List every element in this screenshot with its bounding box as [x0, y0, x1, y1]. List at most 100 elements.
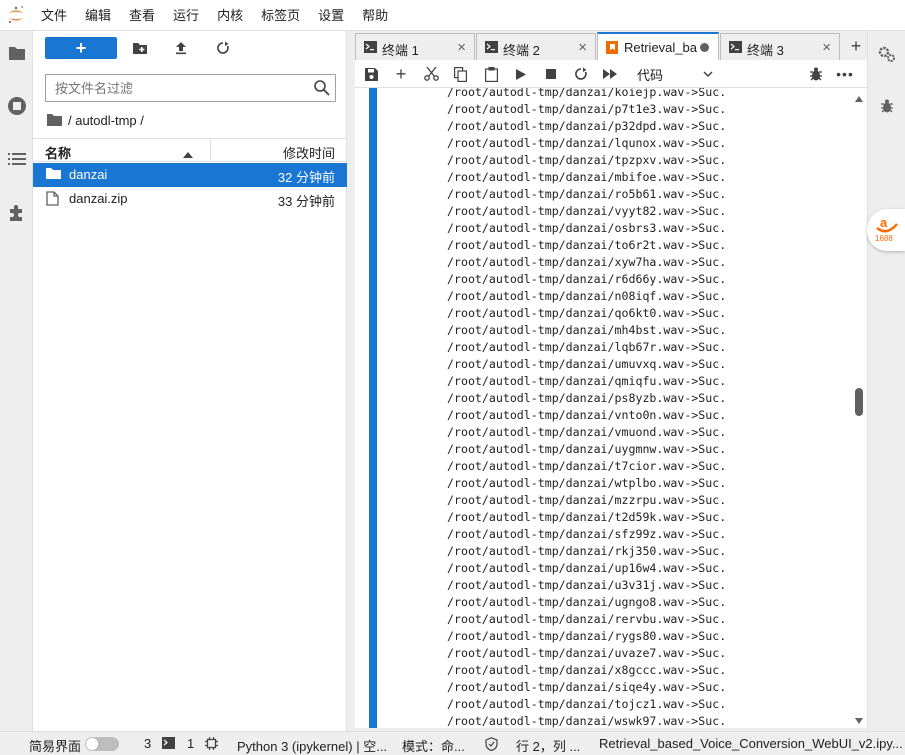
terminal-icon	[485, 41, 498, 56]
kernels-count[interactable]: 3	[144, 736, 151, 751]
copy-icon[interactable]	[448, 64, 472, 84]
cell-output-area: /root/autodl-tmp/danzai/koiejp.wav->Suc.…	[355, 88, 867, 728]
fast-forward-icon[interactable]	[598, 64, 622, 84]
tab-label: 终端 2	[503, 43, 540, 58]
add-tab-button[interactable]: +	[845, 35, 867, 57]
simple-mode-toggle[interactable]	[85, 737, 119, 751]
column-modified-header[interactable]: 修改时间	[283, 143, 335, 162]
output-line: /root/autodl-tmp/danzai/ps8yzb.wav->Suc.	[447, 391, 727, 405]
svg-text:a: a	[880, 215, 888, 230]
run-icon[interactable]	[509, 64, 533, 84]
output-line: /root/autodl-tmp/danzai/ugngo8.wav->Suc.	[447, 595, 727, 609]
file-modified: 33 分钟前	[277, 194, 335, 209]
output-line: /root/autodl-tmp/danzai/tpzpxv.wav->Suc.	[447, 153, 727, 167]
more-options-icon[interactable]: •••	[833, 64, 857, 84]
file-name: danzai.zip	[69, 191, 128, 206]
output-line: /root/autodl-tmp/danzai/qmiqfu.wav->Suc.	[447, 374, 727, 388]
terminal-icon	[729, 41, 742, 56]
table-of-contents-icon[interactable]	[0, 143, 33, 175]
close-icon[interactable]: ×	[457, 39, 466, 56]
notebook-mode[interactable]: 模式：命...	[402, 736, 465, 755]
menu-file[interactable]: 文件	[32, 0, 76, 31]
alibaba-1688-badge[interactable]: a 1688	[867, 209, 905, 251]
tab-notebook-retrieval[interactable]: Retrieval_ba	[597, 32, 719, 60]
output-line: /root/autodl-tmp/danzai/tojcz1.wav->Suc.	[447, 697, 727, 711]
output-line: /root/autodl-tmp/danzai/wtplbo.wav->Suc.	[447, 476, 727, 490]
menu-kernel[interactable]: 内核	[208, 0, 252, 31]
running-kernels-icon[interactable]	[0, 90, 33, 122]
breadcrumb-path[interactable]: / autodl-tmp /	[68, 113, 144, 128]
kernel-status[interactable]: Python 3 (ipykernel) | 空...	[237, 736, 387, 755]
folder-icon	[46, 167, 61, 183]
debugger-bug-icon[interactable]	[804, 64, 828, 84]
menu-help[interactable]: 帮助	[353, 0, 397, 31]
notebook-toolbar: + 代码 •••	[355, 60, 867, 88]
output-line: /root/autodl-tmp/danzai/p32dpd.wav->Suc.	[447, 119, 727, 133]
cursor-position[interactable]: 行 2，列 ...	[516, 736, 580, 755]
column-divider[interactable]	[210, 139, 211, 162]
menu-run[interactable]: 运行	[164, 0, 208, 31]
new-folder-icon[interactable]	[126, 37, 154, 59]
cut-icon[interactable]	[419, 64, 443, 84]
output-scrollbar[interactable]	[851, 88, 867, 728]
tab-terminal-3[interactable]: 终端 3 ×	[720, 33, 840, 60]
menu-view[interactable]: 查看	[120, 0, 164, 31]
file-modified: 32 分钟前	[277, 170, 335, 185]
paste-icon[interactable]	[479, 64, 503, 84]
tab-label: 终端 1	[382, 43, 419, 58]
output-line: /root/autodl-tmp/danzai/rygs80.wav->Suc.	[447, 629, 727, 643]
scroll-down-arrow-icon[interactable]	[855, 712, 863, 727]
file-name: danzai	[69, 167, 108, 182]
upload-icon[interactable]	[167, 37, 195, 59]
cpu-chip-icon[interactable]	[205, 737, 218, 753]
output-line: /root/autodl-tmp/danzai/siqe4y.wav->Suc.	[447, 680, 727, 694]
scroll-up-arrow-icon[interactable]	[855, 90, 863, 105]
status-bar: 简易界面 3 1 Python 3 (ipykernel) | 空... 模式：…	[0, 731, 905, 755]
home-folder-icon[interactable]	[47, 114, 62, 126]
menu-settings[interactable]: 设置	[309, 0, 353, 31]
chevron-down-icon[interactable]	[703, 64, 713, 87]
tab-terminal-1[interactable]: 终端 1 ×	[355, 33, 475, 60]
file-row-danzai[interactable]: danzai 32 分钟前	[33, 163, 347, 187]
output-line: /root/autodl-tmp/danzai/umuvxq.wav->Suc.	[447, 357, 727, 371]
new-launcher-button[interactable]: +	[45, 37, 117, 59]
terminals-count[interactable]: 1	[187, 736, 194, 751]
refresh-icon[interactable]	[209, 37, 237, 59]
extensions-icon[interactable]	[0, 197, 33, 229]
column-name-header[interactable]: 名称	[45, 143, 71, 162]
close-icon[interactable]: ×	[578, 39, 587, 56]
output-line: /root/autodl-tmp/danzai/rervbu.wav->Suc.	[447, 612, 727, 626]
stop-icon[interactable]	[539, 64, 563, 84]
jupyter-logo-icon	[0, 0, 32, 31]
tab-label: Retrieval_ba	[624, 40, 697, 55]
unsaved-dot-icon[interactable]	[700, 43, 709, 52]
output-line: /root/autodl-tmp/danzai/qo6kt0.wav->Suc.	[447, 306, 727, 320]
menu-edit[interactable]: 编辑	[76, 0, 120, 31]
cell-output-text: /root/autodl-tmp/danzai/koiejp.wav->Suc.…	[447, 88, 726, 728]
file-filter-input[interactable]	[46, 75, 306, 101]
notebook-icon	[606, 41, 618, 57]
tab-bar: 终端 1 × 终端 2 × Retrieval_ba 终端 3 × +	[355, 32, 867, 60]
cell-collapser[interactable]	[369, 88, 377, 728]
file-row-danzai-zip[interactable]: danzai.zip 33 分钟前	[33, 187, 347, 211]
output-line: /root/autodl-tmp/danzai/rkj350.wav->Suc.	[447, 544, 727, 558]
badge-1688-label: 1688	[875, 234, 893, 243]
restart-kernel-icon[interactable]	[569, 64, 593, 84]
file-icon	[46, 191, 59, 209]
menu-tabs[interactable]: 标签页	[252, 0, 309, 31]
tab-terminal-2[interactable]: 终端 2 ×	[476, 33, 596, 60]
sort-ascending-icon	[183, 146, 193, 161]
debugger-bug-icon[interactable]	[876, 95, 898, 117]
search-icon	[313, 79, 331, 100]
add-cell-icon[interactable]: +	[389, 64, 413, 84]
file-browser-panel: + / autodl-tmp / 名称 修改时间 danzai	[33, 31, 347, 731]
shield-icon[interactable]	[485, 737, 498, 754]
scroll-thumb[interactable]	[855, 388, 863, 416]
property-inspector-gears-icon[interactable]	[876, 43, 898, 65]
save-icon[interactable]	[359, 64, 383, 84]
folder-icon[interactable]	[0, 37, 33, 69]
close-icon[interactable]: ×	[822, 39, 831, 56]
output-line: /root/autodl-tmp/danzai/p7t1e3.wav->Suc.	[447, 102, 727, 116]
output-line: /root/autodl-tmp/danzai/lqunox.wav->Suc.	[447, 136, 727, 150]
menubar: 文件 编辑 查看 运行 内核 标签页 设置 帮助	[0, 0, 905, 31]
